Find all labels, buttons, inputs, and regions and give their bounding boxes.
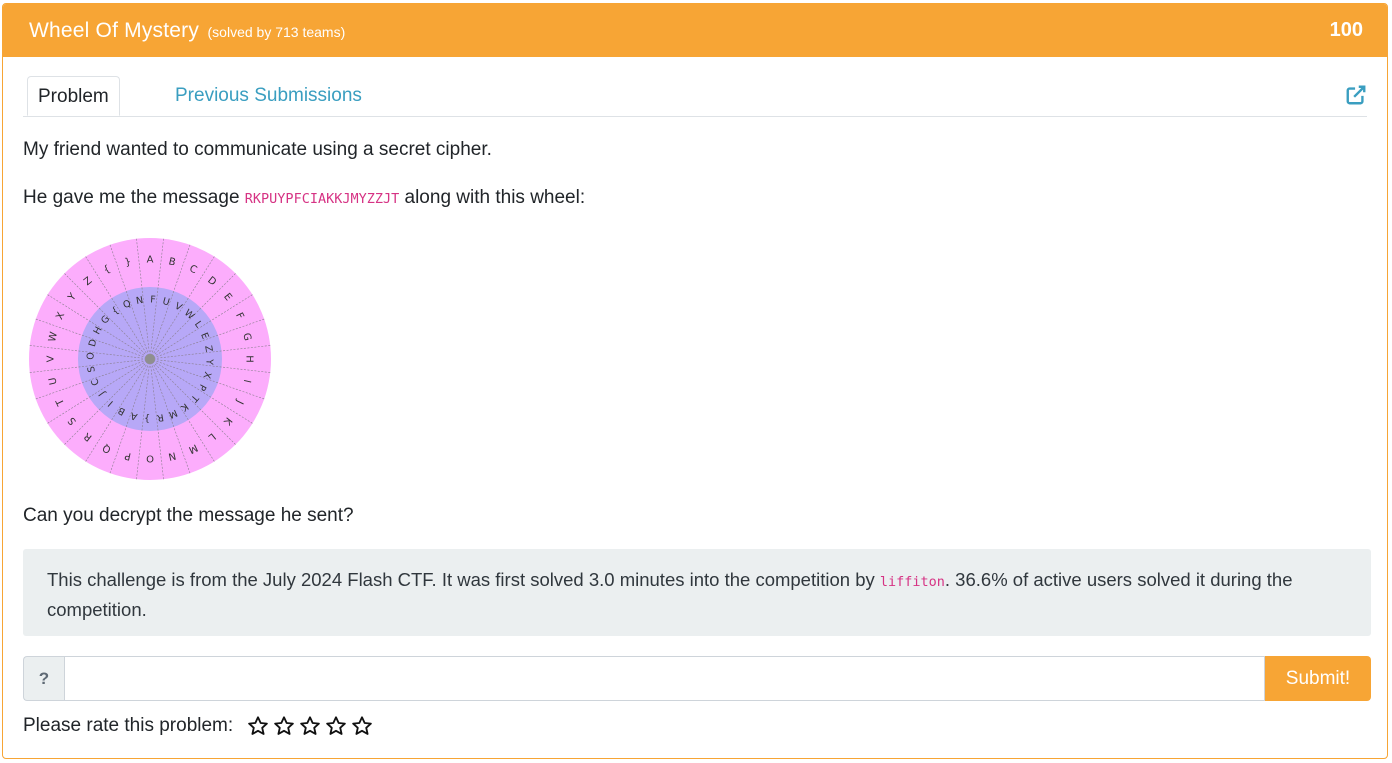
star-icon[interactable] [349, 715, 375, 737]
tab-previous-submissions[interactable]: Previous Submissions [175, 76, 362, 116]
inner-letter: } [144, 412, 151, 423]
submit-button[interactable]: Submit! [1265, 656, 1371, 701]
star-icon[interactable] [297, 715, 323, 737]
rating-row: Please rate this problem: [23, 715, 375, 737]
challenge-title-group: Wheel Of Mystery (solved by 713 teams) [29, 19, 345, 43]
challenge-title: Wheel Of Mystery [29, 18, 200, 42]
star-icon[interactable] [323, 715, 349, 737]
inner-letter: F [150, 294, 156, 305]
solved-count: (solved by 713 teams) [207, 23, 346, 40]
problem-message-line: He gave me the message RKPUYPFCIAKKJMYZZ… [23, 187, 585, 209]
tab-problem[interactable]: Problem [27, 76, 120, 116]
external-link-icon[interactable] [1345, 84, 1367, 106]
flag-input[interactable] [64, 656, 1265, 701]
inner-letter: Y [203, 358, 214, 366]
message-code: RKPUYPFCIAKKJMYZZJT [244, 191, 400, 207]
first-solver: liffiton [879, 574, 945, 590]
star-icon[interactable] [271, 715, 297, 737]
outer-letter: O [146, 453, 154, 464]
challenge-info-note: This challenge is from the July 2024 Fla… [23, 549, 1371, 636]
outer-letter: V [46, 355, 57, 362]
star-icon[interactable] [245, 715, 271, 737]
card-header: Wheel Of Mystery (solved by 713 teams) 1… [3, 4, 1387, 57]
message-prefix: He gave me the message [23, 187, 240, 208]
note-text-before: This challenge is from the July 2024 Fla… [47, 569, 875, 590]
challenge-card: Wheel Of Mystery (solved by 713 teams) 1… [2, 3, 1388, 759]
flag-help-addon[interactable]: ? [23, 656, 64, 701]
message-suffix: along with this wheel: [404, 187, 586, 208]
cipher-wheel-image: A BCDEFGHIJKLMNOPQRSTUVWXYZ{}N F U VWLEZYXPT… [29, 238, 271, 480]
rating-stars [245, 715, 375, 737]
problem-intro: My friend wanted to communicate using a … [23, 139, 492, 160]
inner-letter: O [85, 352, 96, 360]
flag-submit-form: ? Submit! [23, 656, 1371, 701]
outer-letter: H [244, 355, 255, 363]
tab-bar: Problem Previous Submissions [23, 76, 1367, 117]
wheel-center [145, 354, 155, 364]
rating-label: Please rate this problem: [23, 715, 234, 736]
problem-question: Can you decrypt the message he sent? [23, 505, 354, 526]
points-value: 100 [1329, 19, 1363, 41]
outer-letter: A [147, 255, 154, 266]
